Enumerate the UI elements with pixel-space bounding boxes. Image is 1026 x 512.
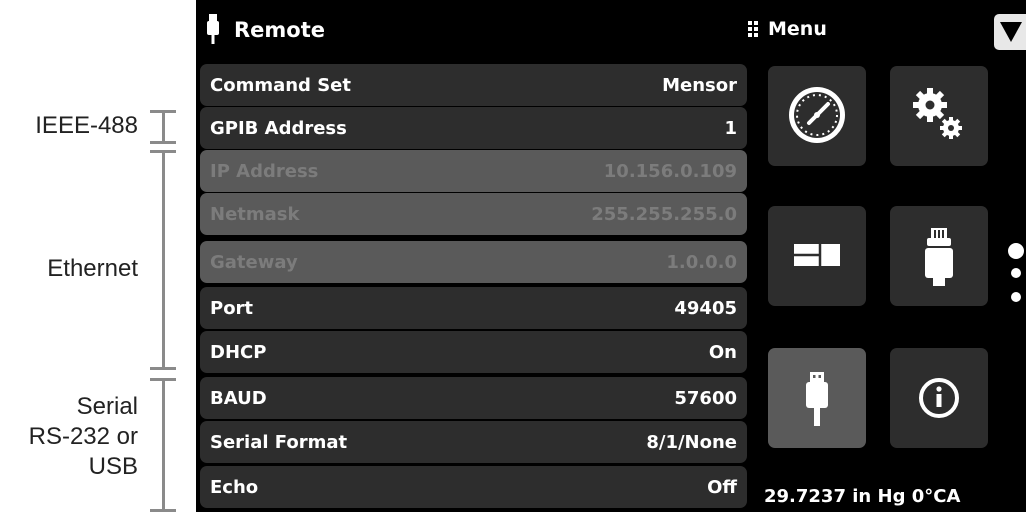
setting-label: IP Address (210, 160, 319, 182)
annotation-serial-line1: Serial (76, 393, 138, 420)
setting-netmask: Netmask 255.255.255.0 (200, 193, 747, 235)
setting-port[interactable]: Port 49405 (200, 287, 747, 329)
page-dot[interactable] (1011, 292, 1021, 302)
menu-label[interactable]: Menu (768, 18, 827, 40)
display-layout-icon (794, 244, 840, 266)
setting-label: Gateway (210, 251, 298, 273)
tile-gauge[interactable] (768, 66, 866, 166)
setting-dhcp[interactable]: DHCP On (200, 331, 747, 373)
setting-label: DHCP (210, 341, 267, 363)
setting-value: On (708, 341, 737, 363)
setting-value: 10.156.0.109 (603, 160, 737, 182)
annotation-serial-line3: USB (88, 453, 138, 480)
device-screen: Remote Menu Command Set Mensor GPIB Addr… (196, 0, 1026, 512)
setting-value: Off (707, 476, 737, 498)
setting-ip-address: IP Address 10.156.0.109 (200, 150, 747, 192)
setting-value: 49405 (674, 297, 737, 319)
page-dot[interactable] (1011, 268, 1021, 278)
setting-label: Netmask (210, 203, 300, 225)
bracket-serial (150, 378, 176, 512)
tile-display[interactable] (768, 206, 866, 306)
gauge-icon (789, 87, 845, 143)
setting-serial-format[interactable]: Serial Format 8/1/None (200, 421, 747, 463)
top-bar: Remote Menu (196, 0, 1026, 64)
tile-info[interactable] (890, 348, 988, 448)
usb-plug-icon (806, 372, 828, 426)
setting-label: Port (210, 297, 254, 319)
setting-value: 255.255.255.0 (591, 203, 737, 225)
setting-gateway: Gateway 1.0.0.0 (200, 241, 747, 283)
setting-value: Mensor (662, 74, 737, 96)
annotation-serial: Serial RS-232 or USB (0, 392, 138, 482)
bracket-ethernet (150, 150, 176, 370)
setting-label: BAUD (210, 387, 267, 409)
info-icon (919, 378, 959, 418)
annotation-serial-line2: RS-232 or (28, 423, 138, 450)
setting-value: 8/1/None (646, 431, 737, 453)
page-dot-active[interactable] (1008, 243, 1024, 259)
grip-icon (748, 21, 758, 37)
tile-transducer[interactable] (890, 206, 988, 306)
dropdown-button[interactable] (994, 14, 1026, 50)
annotation-ethernet: Ethernet (47, 255, 138, 282)
usb-plug-icon (207, 14, 219, 44)
setting-label: Echo (210, 476, 259, 498)
gears-icon (913, 88, 962, 139)
tile-remote[interactable] (768, 348, 866, 448)
setting-value: 1.0.0.0 (666, 251, 737, 273)
setting-command-set[interactable]: Command Set Mensor (200, 64, 747, 106)
setting-label: GPIB Address (210, 117, 347, 139)
barometer-reading: 29.7237 in Hg 0°CA (764, 486, 961, 507)
setting-echo[interactable]: Echo Off (200, 466, 747, 508)
bracket-ieee488 (150, 110, 176, 144)
setting-value: 57600 (674, 387, 737, 409)
setting-value: 1 (724, 117, 737, 139)
setting-gpib-address[interactable]: GPIB Address 1 (200, 107, 747, 149)
setting-label: Serial Format (210, 431, 348, 453)
page-title: Remote (234, 18, 326, 42)
setting-baud[interactable]: BAUD 57600 (200, 377, 747, 419)
triangle-down-icon (1000, 22, 1022, 42)
tile-settings[interactable] (890, 66, 988, 166)
transducer-icon (925, 228, 953, 286)
annotation-ieee488: IEEE-488 (35, 112, 138, 139)
setting-label: Command Set (210, 74, 351, 96)
